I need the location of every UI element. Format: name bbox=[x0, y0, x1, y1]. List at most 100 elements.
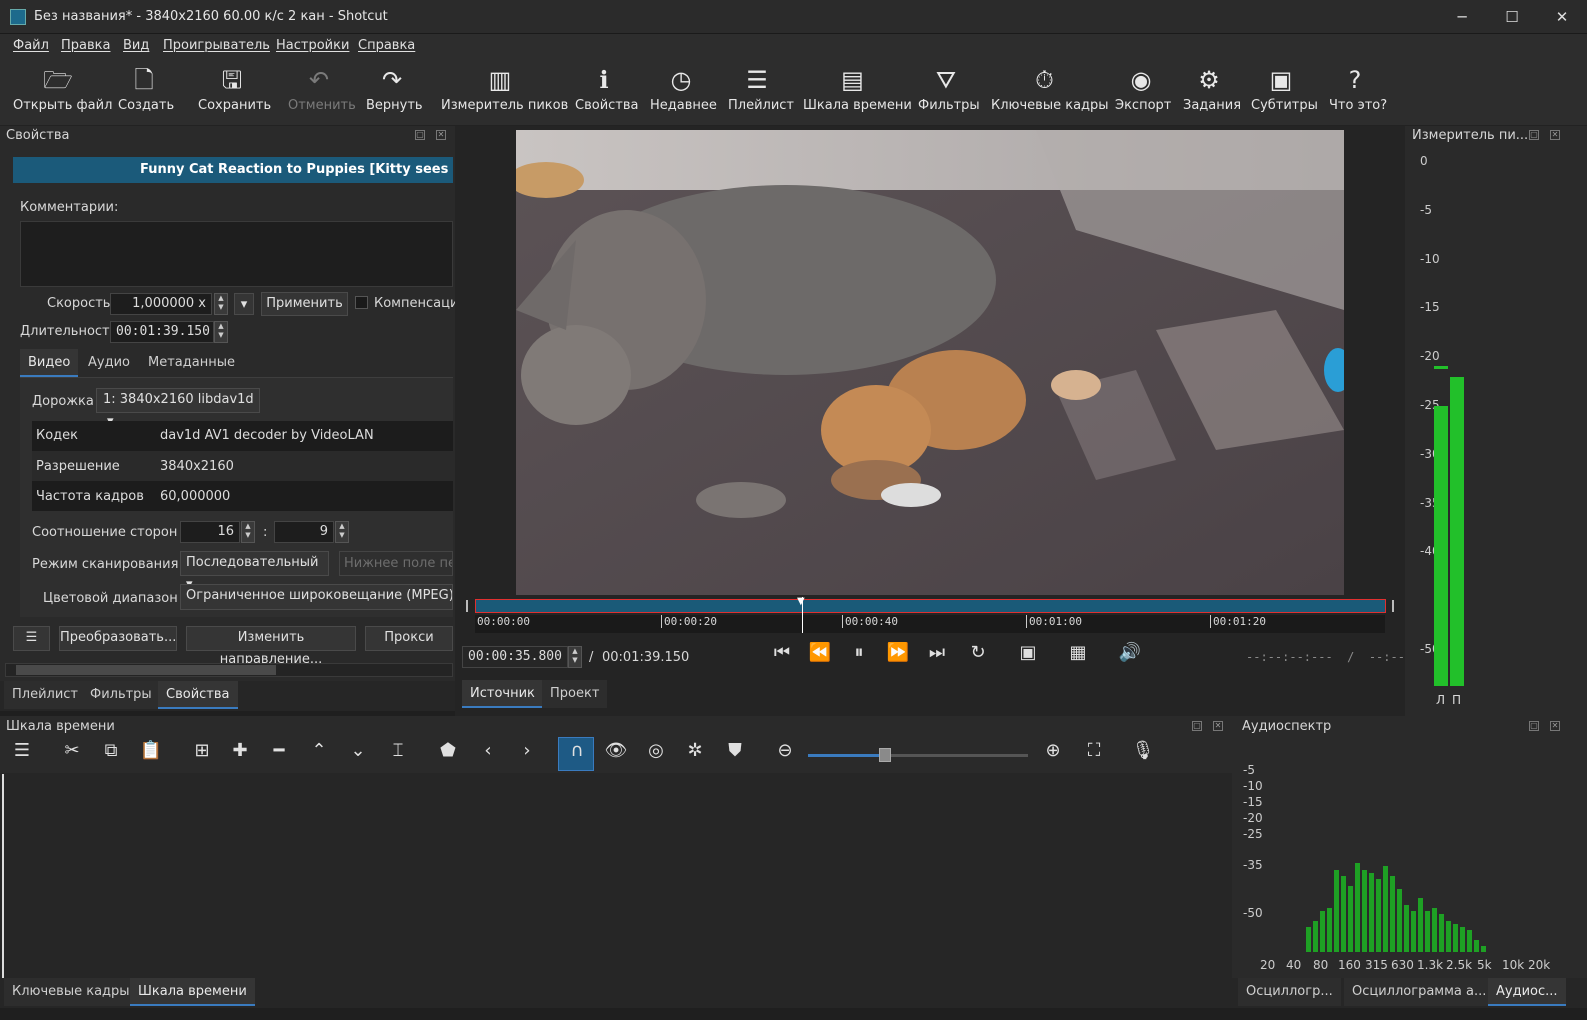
scrollbar-thumb[interactable] bbox=[16, 665, 276, 675]
apply-button[interactable]: Применить bbox=[261, 292, 348, 316]
position-timecode-input[interactable]: 00:00:35.800 bbox=[462, 646, 568, 668]
overwrite-icon[interactable]: ⌄ bbox=[344, 740, 372, 761]
cut-icon[interactable]: ✂ bbox=[58, 740, 86, 761]
scrub-eye-icon[interactable]: 👁 bbox=[602, 740, 630, 761]
tab-audio[interactable]: Аудио bbox=[80, 349, 138, 377]
convert-button[interactable]: Преобразовать... bbox=[59, 626, 177, 651]
speed-input[interactable]: 1,000000 x bbox=[110, 293, 212, 315]
scan-mode-select[interactable]: Последовательный ▾ bbox=[180, 551, 329, 592]
skip-end-icon[interactable]: ⏭ bbox=[922, 642, 952, 663]
menu-icon[interactable]: ☰ bbox=[8, 740, 36, 761]
float-icon[interactable]: ▢ bbox=[415, 130, 425, 140]
snap-magnet-icon[interactable]: ∩ bbox=[563, 740, 591, 761]
toolbar-button-redo[interactable]: ↷ Вернуть bbox=[366, 60, 423, 122]
tab-project[interactable]: Проект bbox=[542, 680, 608, 708]
zoom-fit-icon[interactable]: ▣ bbox=[1013, 642, 1043, 663]
toolbar-button-filter[interactable]: ⛛ Фильтры bbox=[918, 60, 980, 122]
speed-preset-dropdown[interactable]: ▾ bbox=[234, 293, 254, 315]
tab-audio-waveform[interactable]: Осциллограмма а... bbox=[1344, 978, 1495, 1006]
aspect-width-spinner[interactable]: ▲ ▼ bbox=[241, 521, 255, 543]
track-select[interactable]: 1: 3840x2160 libdav1d ▾ bbox=[96, 388, 260, 429]
horizontal-scrollbar[interactable] bbox=[5, 663, 453, 677]
tab-keyframes[interactable]: Ключевые кадры bbox=[4, 978, 138, 1006]
aspect-width-input[interactable]: 16 bbox=[180, 521, 240, 543]
toolbar-button-new-file[interactable]: 🗋 Создать bbox=[118, 60, 174, 122]
tab-source[interactable]: Источник bbox=[462, 680, 543, 708]
close-icon[interactable]: ✕ bbox=[1550, 130, 1560, 140]
out-point-marker[interactable] bbox=[1384, 600, 1394, 612]
toolbar-button-stopwatch[interactable]: ⏱ Ключевые кадры bbox=[991, 60, 1109, 122]
scrub-bar[interactable]: ▼ bbox=[466, 597, 1394, 615]
ripple-markers-icon[interactable]: ⛊ bbox=[721, 740, 749, 761]
ripple-all-icon[interactable]: ✲ bbox=[681, 740, 709, 761]
menu-player[interactable]: Проигрыватель bbox=[163, 38, 270, 53]
color-range-select[interactable]: Ограниченное широковещание (MPEG) ▾ bbox=[180, 584, 453, 610]
lift-icon[interactable]: ⌃ bbox=[305, 740, 333, 761]
duration-input[interactable]: 00:01:39.150 bbox=[110, 321, 214, 343]
menu-file[interactable]: Файл bbox=[13, 38, 49, 53]
position-spinner[interactable]: ▲ ▼ bbox=[568, 646, 582, 668]
zoom-fit-timeline-icon[interactable]: ⛶ bbox=[1080, 740, 1108, 761]
zoom-slider-thumb[interactable] bbox=[879, 748, 891, 762]
tab-filters[interactable]: Фильтры bbox=[82, 681, 160, 709]
paste-icon[interactable]: 📋 bbox=[137, 740, 165, 761]
timeline-playhead[interactable] bbox=[2, 774, 4, 978]
menu-view[interactable]: Вид bbox=[123, 38, 149, 53]
tab-properties[interactable]: Свойства bbox=[158, 681, 238, 709]
toolbar-button-folder-open[interactable]: 🗁 Открыть файл bbox=[13, 60, 112, 122]
tab-metadata[interactable]: Метаданные bbox=[140, 349, 243, 377]
split-icon[interactable]: ⌶ bbox=[384, 740, 412, 761]
tab-audio-spectrum[interactable]: Аудиос... bbox=[1488, 978, 1566, 1006]
proxy-button[interactable]: Прокси bbox=[365, 626, 453, 651]
compensate-checkbox[interactable] bbox=[355, 296, 368, 309]
duration-spinner[interactable]: ▲ ▼ bbox=[214, 321, 228, 343]
toolbar-button-save[interactable]: 🖫 Сохранить bbox=[198, 60, 271, 122]
tab-video[interactable]: Видео bbox=[20, 349, 79, 377]
zoom-in-icon[interactable]: ⊕ bbox=[1039, 740, 1067, 761]
minus-icon[interactable]: ━ bbox=[265, 740, 293, 761]
ripple-icon[interactable]: ◎ bbox=[642, 740, 670, 761]
menu-settings[interactable]: Настройки bbox=[276, 38, 349, 53]
menu-edit[interactable]: Правка bbox=[61, 38, 110, 53]
aspect-height-input[interactable]: 9 bbox=[274, 521, 334, 543]
volume-icon[interactable]: 🔊 bbox=[1115, 642, 1145, 663]
video-preview[interactable] bbox=[516, 130, 1344, 595]
toolbar-button-help[interactable]: ? Что это? bbox=[1329, 60, 1387, 122]
comments-textarea[interactable] bbox=[20, 221, 453, 287]
properties-menu-button[interactable]: ☰ bbox=[13, 626, 50, 651]
pause-icon[interactable]: ⏸ bbox=[844, 642, 874, 663]
zoom-out-icon[interactable]: ⊖ bbox=[771, 740, 799, 761]
toolbar-button-subtitles[interactable]: ▣ Субтитры bbox=[1251, 60, 1318, 122]
toolbar-button-undo[interactable]: ↶ Отменить bbox=[288, 60, 356, 122]
zoom-slider[interactable] bbox=[808, 748, 1028, 762]
tab-oscilloscope[interactable]: Осциллогр... bbox=[1238, 978, 1341, 1006]
tab-playlist[interactable]: Плейлист bbox=[4, 681, 87, 709]
toolbar-button-peak-meter[interactable]: ▥ Измеритель пиков bbox=[441, 60, 568, 122]
tab-timeline[interactable]: Шкала времени bbox=[130, 978, 255, 1006]
menu-help[interactable]: Справка bbox=[358, 38, 415, 53]
float-icon[interactable]: ▢ bbox=[1529, 130, 1539, 140]
float-icon[interactable]: ▢ bbox=[1192, 721, 1202, 731]
skip-start-icon[interactable]: ⏮ bbox=[767, 642, 797, 663]
plus-icon[interactable]: ✚ bbox=[226, 740, 254, 761]
rewind-icon[interactable]: ⏪ bbox=[805, 642, 835, 663]
grid-icon[interactable]: ▦ bbox=[1063, 642, 1093, 663]
close-button[interactable]: ✕ bbox=[1537, 0, 1587, 34]
next-icon[interactable]: › bbox=[513, 740, 541, 761]
append-icon[interactable]: ⊞ bbox=[188, 740, 216, 761]
fast-forward-icon[interactable]: ⏩ bbox=[883, 642, 913, 663]
toolbar-button-clock[interactable]: ◷ Недавнее bbox=[650, 60, 717, 122]
reverse-button[interactable]: Изменить направление... bbox=[186, 626, 356, 667]
toolbar-button-export[interactable]: ◉ Экспорт bbox=[1115, 60, 1171, 122]
record-audio-icon[interactable]: 🎙 bbox=[1129, 740, 1157, 761]
toolbar-button-info[interactable]: ℹ Свойства bbox=[575, 60, 639, 122]
toolbar-button-timeline[interactable]: ▤ Шкала времени bbox=[803, 60, 912, 122]
maximize-button[interactable]: ☐ bbox=[1487, 0, 1537, 34]
float-icon[interactable]: ▢ bbox=[1529, 721, 1539, 731]
close-icon[interactable]: ✕ bbox=[1550, 721, 1560, 731]
loop-icon[interactable]: ↻ bbox=[963, 642, 993, 663]
speed-spinner[interactable]: ▲ ▼ bbox=[214, 293, 228, 315]
close-icon[interactable]: ✕ bbox=[1213, 721, 1223, 731]
copy-icon[interactable]: ⧉ bbox=[97, 740, 125, 761]
toolbar-button-gear[interactable]: ⚙ Задания bbox=[1183, 60, 1241, 122]
